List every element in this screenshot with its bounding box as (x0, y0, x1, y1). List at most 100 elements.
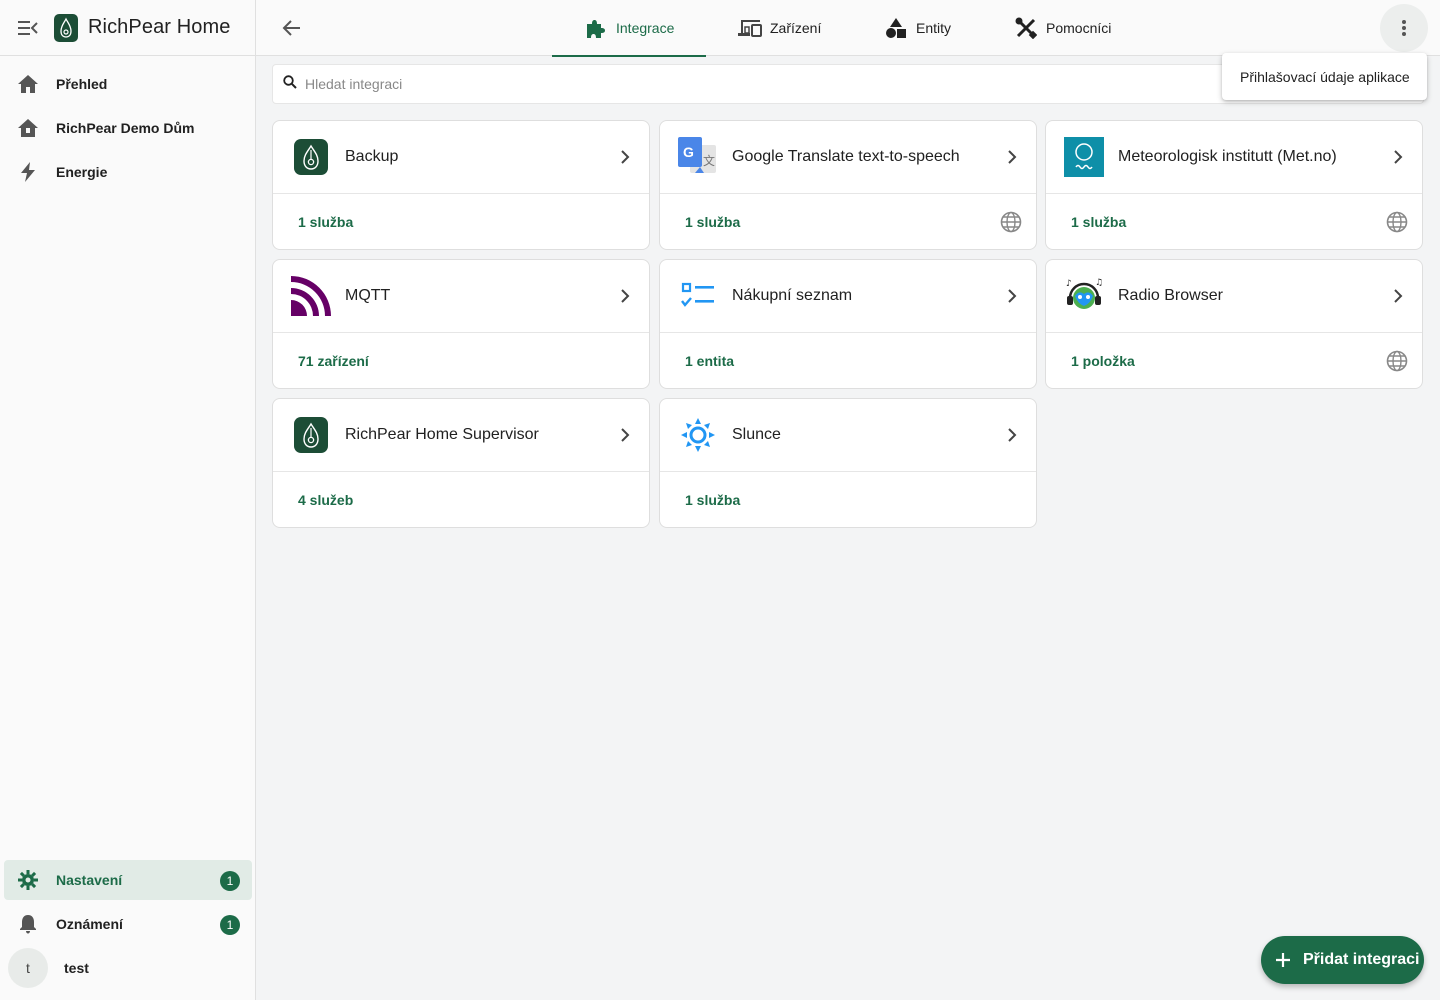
card-footer: 1 služba (1046, 194, 1422, 250)
integration-card-mqtt: MQTT 71 zařízení (272, 259, 650, 389)
add-integration-button[interactable]: Přidat integraci (1261, 936, 1424, 984)
back-arrow-icon[interactable] (280, 16, 304, 40)
integration-card-shopping-list: Nákupní seznam 1 entita (659, 259, 1037, 389)
lightning-icon (18, 162, 38, 182)
integration-card-sun: Slunce 1 služba (659, 398, 1037, 528)
tools-icon (1014, 16, 1038, 40)
menu-item-application-credentials[interactable]: Přihlašovací údaje aplikace (1240, 69, 1410, 85)
card-title: Radio Browser (1118, 287, 1223, 304)
app-logo-icon (54, 13, 78, 42)
card-footer: 1 služba (660, 194, 1036, 250)
tab-integrations[interactable]: Integrace (552, 0, 706, 57)
notification-badge: 1 (220, 915, 240, 935)
bell-icon (18, 914, 38, 934)
card-link[interactable]: 1 služba (298, 214, 353, 230)
sun-logo-icon (678, 415, 718, 455)
sidebar-item-label: Nastavení (56, 872, 123, 888)
puzzle-icon (584, 16, 608, 40)
card-footer: 71 zařízení (273, 333, 649, 389)
cloud-web-icon (1000, 211, 1022, 233)
google-translate-logo-icon: G文 (678, 137, 718, 177)
card-header[interactable]: ♪ ♫ Radio Browser (1046, 260, 1422, 333)
cloud-web-icon (1386, 211, 1408, 233)
app-title: RichPear Home (88, 16, 231, 38)
menu-collapse-icon[interactable] (16, 16, 40, 40)
chevron-right-icon (621, 428, 630, 442)
card-link[interactable]: 1 služba (685, 214, 740, 230)
card-header[interactable]: RichPear Home Supervisor (273, 399, 649, 472)
sidebar-item-label: RichPear Demo Dům (56, 120, 195, 136)
home-outline-icon (18, 118, 38, 138)
integration-card-met-no: Meteorologisk institutt (Met.no) 1 služb… (1045, 120, 1423, 250)
shapes-icon (884, 16, 908, 40)
card-link[interactable]: 4 služeb (298, 492, 353, 508)
card-title: Nákupní seznam (732, 287, 853, 304)
sidebar-item-user[interactable]: t test (4, 948, 252, 988)
chevron-right-icon (1008, 150, 1017, 164)
chevron-right-icon (621, 289, 630, 303)
sidebar-item-label: Oznámení (56, 916, 123, 932)
card-footer: 1 položka (1046, 333, 1422, 389)
card-footer: 1 entita (660, 333, 1036, 389)
gear-icon (18, 870, 38, 890)
chevron-right-icon (1394, 150, 1403, 164)
card-link[interactable]: 1 položka (1071, 353, 1135, 369)
card-header[interactable]: G文 Google Translate text-to-speech (660, 121, 1036, 194)
card-title: RichPear Home Supervisor (345, 426, 539, 443)
sidebar-item-label: Energie (56, 164, 108, 180)
card-link[interactable]: 1 služba (1071, 214, 1126, 230)
sidebar-item-settings[interactable]: Nastavení 1 (4, 860, 252, 900)
tab-label: Pomocníci (1046, 20, 1112, 36)
card-header[interactable]: MQTT (273, 260, 649, 333)
chevron-right-icon (1008, 428, 1017, 442)
tab-devices[interactable]: Zařízení (738, 0, 821, 56)
sidebar-item-demo-home[interactable]: RichPear Demo Dům (4, 108, 252, 148)
card-header[interactable]: Meteorologisk institutt (Met.no) (1046, 121, 1422, 194)
card-header[interactable]: Slunce (660, 399, 1036, 472)
sidebar-header: RichPear Home (0, 0, 255, 56)
richpear-logo-icon (291, 415, 331, 455)
svg-text:文: 文 (703, 153, 715, 168)
tab-label: Entity (916, 20, 952, 36)
user-name: test (64, 960, 89, 976)
sidebar-item-energy[interactable]: Energie (4, 152, 252, 192)
chevron-right-icon (1008, 289, 1017, 303)
sidebar-item-overview[interactable]: Přehled (4, 64, 252, 104)
tab-label: Integrace (616, 20, 675, 36)
svg-text:♪: ♪ (1066, 279, 1072, 289)
cloud-web-icon (1386, 350, 1408, 372)
chevron-right-icon (1394, 289, 1403, 303)
card-title: MQTT (345, 287, 391, 304)
shopping-list-logo-icon (678, 276, 718, 316)
sidebar-item-notifications[interactable]: Oznámení 1 (4, 904, 252, 944)
card-link[interactable]: 1 služba (685, 492, 740, 508)
search-input[interactable] (305, 76, 1205, 92)
card-title: Backup (345, 148, 399, 165)
notification-badge: 1 (220, 871, 240, 891)
integration-card-google-translate: G文 Google Translate text-to-speech 1 slu… (659, 120, 1037, 250)
tab-helpers[interactable]: Pomocníci (1014, 0, 1111, 56)
mqtt-logo-icon (291, 276, 331, 316)
add-integration-label: Přidat integraci (1303, 951, 1420, 968)
integration-card-radio-browser: ♪ ♫ Radio Browser 1 položka (1045, 259, 1423, 389)
card-title: Meteorologisk institutt (Met.no) (1118, 148, 1337, 165)
tab-entities[interactable]: Entity (884, 0, 951, 56)
devices-icon (738, 16, 762, 40)
sidebar-item-label: Přehled (56, 76, 108, 92)
card-header[interactable]: Backup (273, 121, 649, 194)
tab-label: Zařízení (770, 20, 822, 36)
overflow-menu-button[interactable] (1380, 4, 1428, 52)
card-header[interactable]: Nákupní seznam (660, 260, 1036, 333)
chevron-right-icon (621, 150, 630, 164)
radio-browser-logo-icon: ♪ ♫ (1064, 276, 1104, 316)
integration-card-supervisor: RichPear Home Supervisor 4 služeb (272, 398, 650, 528)
card-footer: 1 služba (660, 472, 1036, 528)
card-footer: 1 služba (273, 194, 649, 250)
svg-text:G: G (683, 144, 694, 160)
card-link[interactable]: 71 zařízení (298, 353, 369, 369)
card-link[interactable]: 1 entita (685, 353, 734, 369)
svg-text:♫: ♫ (1095, 278, 1103, 288)
home-icon (18, 74, 38, 94)
search-icon (283, 74, 297, 94)
card-title: Google Translate text-to-speech (732, 148, 960, 165)
